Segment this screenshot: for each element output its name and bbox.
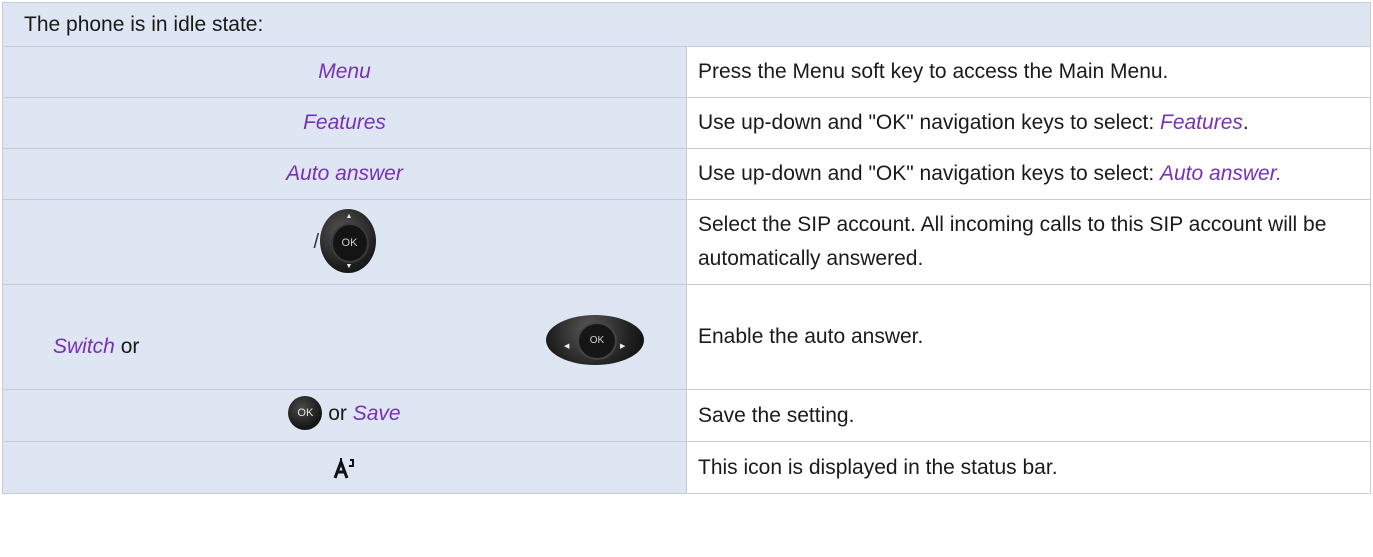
table-row: Menu Press the Menu soft key to access t… <box>2 46 1371 98</box>
step-description: Select the SIP account. All incoming cal… <box>686 199 1371 285</box>
step-key-cell: Auto answer <box>2 148 687 200</box>
ok-center-key: OK <box>577 322 617 360</box>
step-key-cell: / ▲ ▼ OK <box>2 199 687 285</box>
auto-answer-status-icon <box>332 456 358 480</box>
up-arrow-icon: ▲ <box>345 213 353 220</box>
or-joiner: or <box>328 401 347 425</box>
features-emphasis: Features <box>1160 111 1243 134</box>
header-cell: The phone is in idle state: <box>2 2 1371 47</box>
auto-answer-glyph <box>333 457 354 479</box>
step-key-cell: ◀ ▶ OK Switch or <box>2 284 687 390</box>
table-row: Auto answer Use up-down and "OK" navigat… <box>2 148 1371 200</box>
table-row: Features Use up-down and "OK" navigation… <box>2 97 1371 149</box>
step-description: Enable the auto answer. <box>686 284 1371 390</box>
save-label: Save <box>352 401 401 425</box>
step-key-cell: Menu <box>2 46 687 98</box>
features-label: Features <box>303 111 386 134</box>
table-row: / ▲ ▼ OK Select the SIP account. All inc… <box>2 199 1371 285</box>
ok-center-key: OK <box>330 223 369 263</box>
step-description: Press the Menu soft key to access the Ma… <box>686 46 1371 98</box>
step-description: Save the setting. <box>686 389 1371 442</box>
step-key-cell <box>2 441 687 494</box>
ok-key-icon: OK <box>288 395 323 430</box>
navigation-key-left-right-icon: ◀ ▶ OK <box>546 315 646 365</box>
procedure-table: The phone is in idle state: Menu Press t… <box>2 2 1371 494</box>
auto-answer-label: Auto answer <box>286 162 403 185</box>
step-key-cell: Features <box>2 97 687 149</box>
navigation-key-up-down-icon: / ▲ ▼ OK <box>314 209 376 275</box>
step-description: Use up-down and "OK" navigation keys to … <box>686 97 1371 149</box>
header-row: The phone is in idle state: <box>2 2 1371 47</box>
slash-separator: / <box>313 231 320 253</box>
table-row: ◀ ▶ OK Switch or Enable the auto answer. <box>2 284 1371 390</box>
table-row: This icon is displayed in the status bar… <box>2 441 1371 494</box>
step-text: Use up-down and "OK" navigation keys to … <box>698 162 1160 185</box>
table-row: OK or Save Save the setting. <box>2 389 1371 442</box>
left-arrow-icon: ◀ <box>564 343 570 350</box>
step-description: This icon is displayed in the status bar… <box>686 441 1371 494</box>
menu-soft-key-label: Menu <box>318 60 371 83</box>
step-key-cell: OK or Save <box>2 389 687 442</box>
switch-label: Switch <box>53 335 115 358</box>
step-text: Use up-down and "OK" navigation keys to … <box>698 111 1160 134</box>
step-description: Use up-down and "OK" navigation keys to … <box>686 148 1371 200</box>
down-arrow-icon: ▼ <box>345 263 353 270</box>
step-text-tail: . <box>1242 111 1249 134</box>
or-joiner: or <box>120 335 140 358</box>
procedure-table-wrapper: The phone is in idle state: Menu Press t… <box>2 2 1371 494</box>
right-arrow-icon: ▶ <box>620 343 626 350</box>
auto-answer-emphasis: Auto answer. <box>1160 162 1282 185</box>
